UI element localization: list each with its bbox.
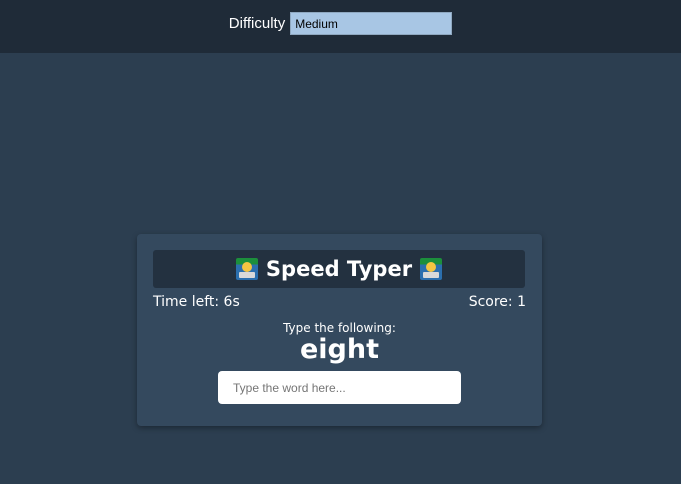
difficulty-label: Difficulty [228,15,286,32]
difficulty-select[interactable]: Medium [290,12,453,35]
technologist-icon [235,258,258,280]
game-title: Speed Typer [265,257,413,281]
title-bar: Speed Typer [153,250,525,288]
difficulty-selected-value: Medium [295,16,338,31]
technologist-icon [420,258,443,280]
prompt-label: Type the following: [283,321,396,335]
time-left: Time left: 6s [153,294,240,310]
top-settings-bar: Difficulty Medium [0,0,681,53]
word-input[interactable] [218,371,461,404]
game-card: Speed Typer Time left: 6s Score: 1 Type … [137,234,542,426]
target-word: eight [299,334,380,365]
stats-row: Time left: 6s Score: 1 [153,294,526,310]
score: Score: 1 [468,294,526,310]
